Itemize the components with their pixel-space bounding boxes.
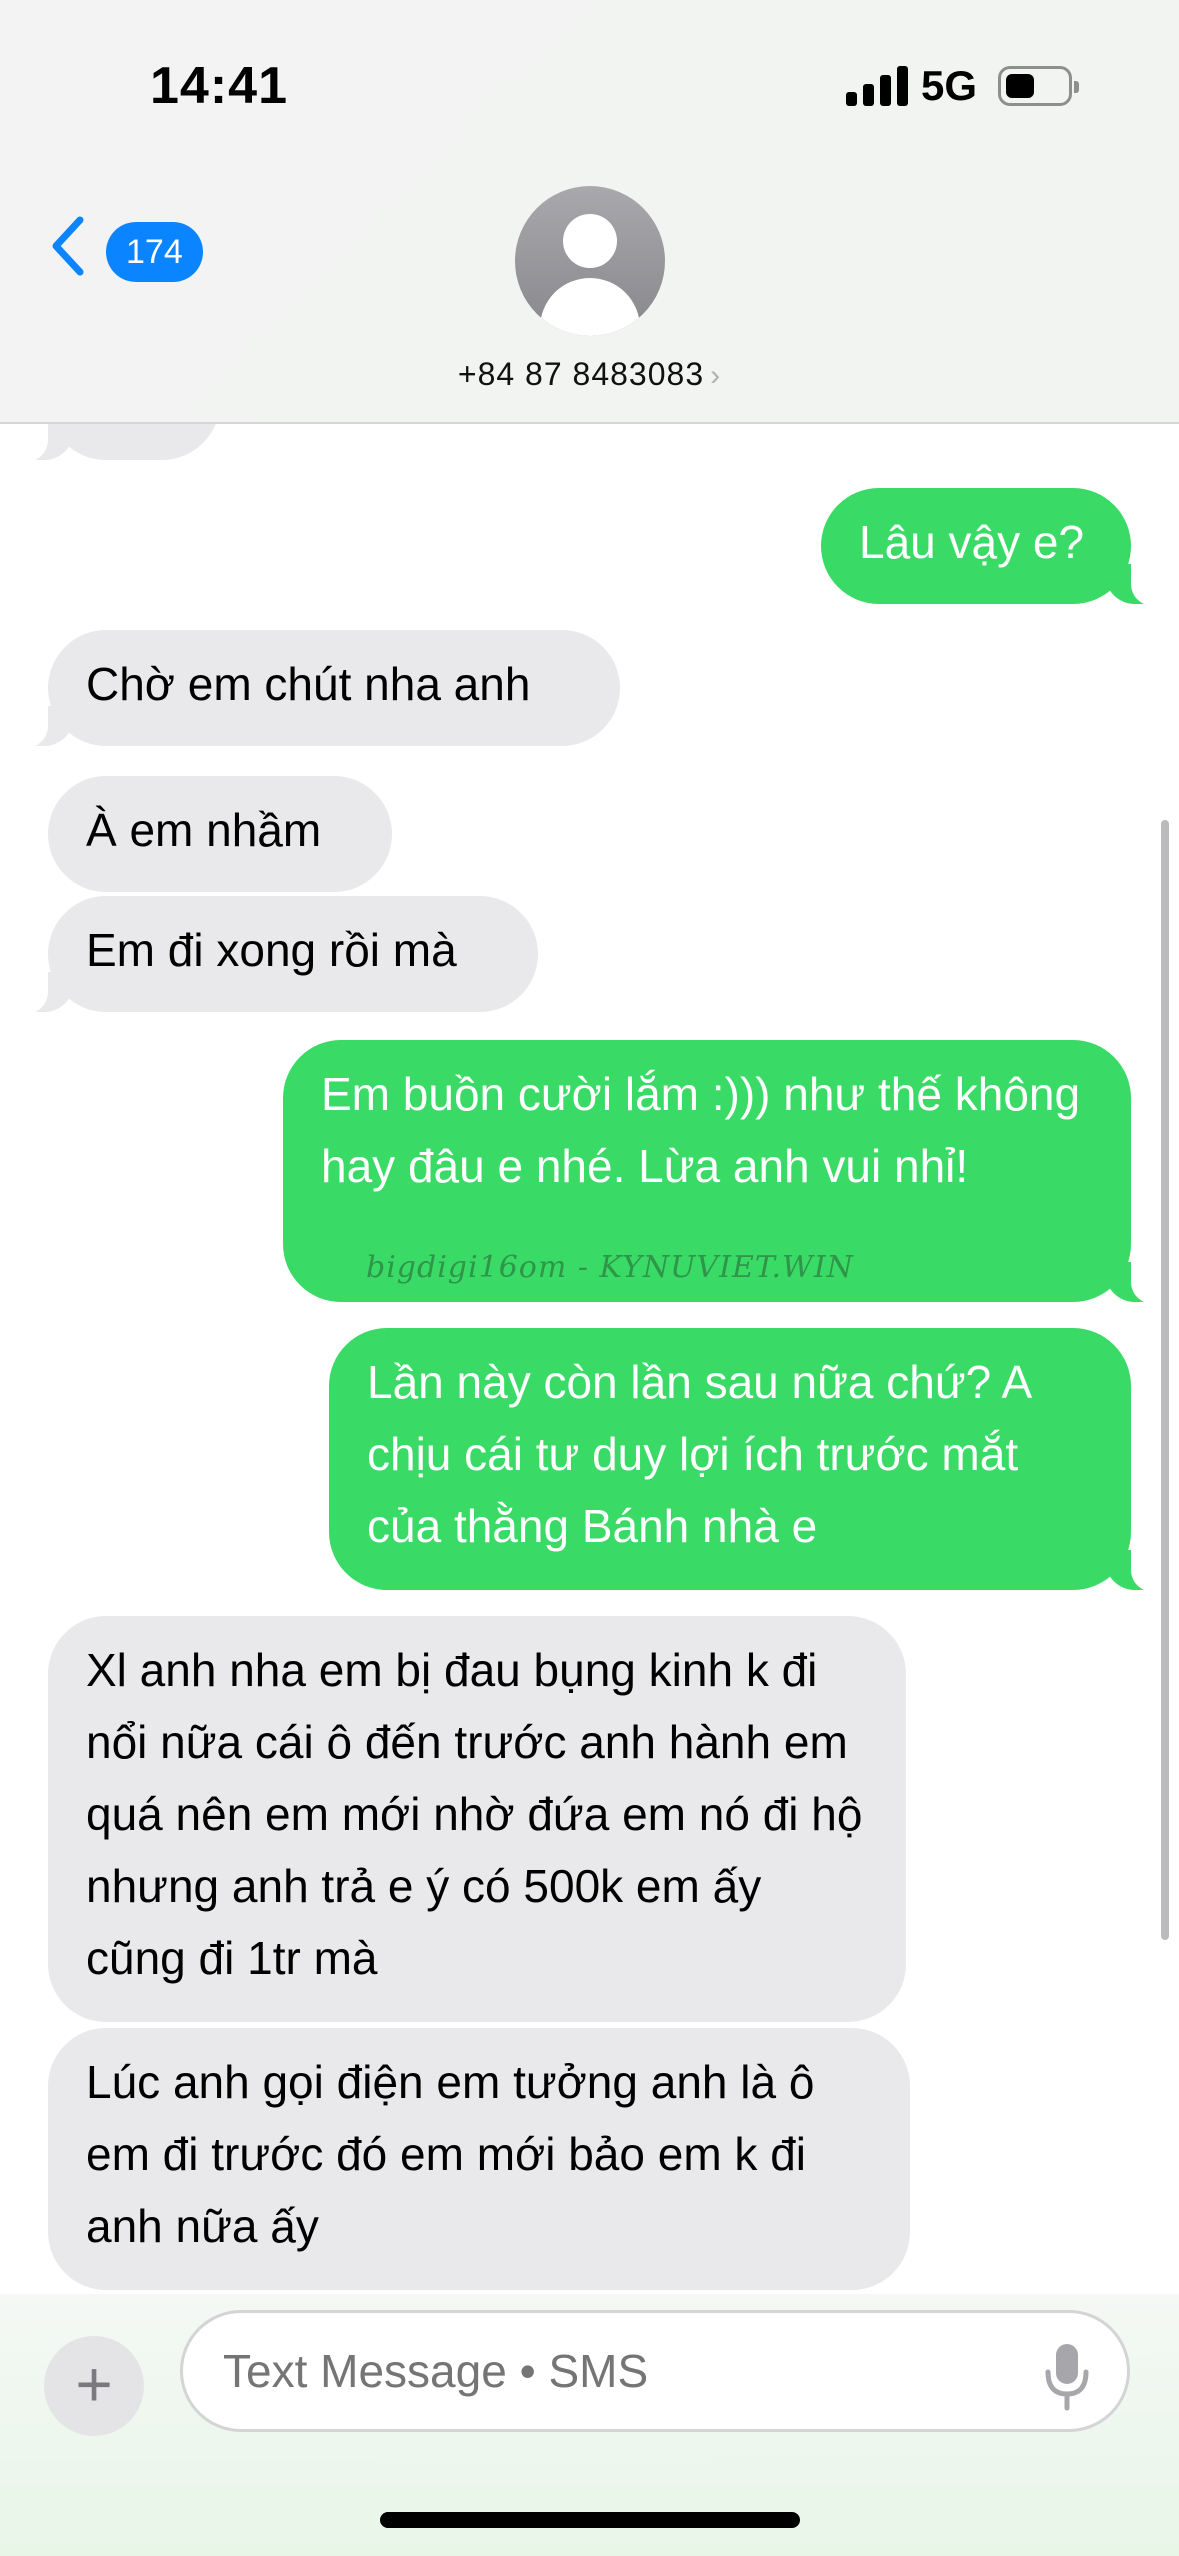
- cellular-signal-icon: [846, 64, 908, 106]
- message-bubble-outgoing[interactable]: Lần này còn lần sau nữa chứ? A chịu cái …: [329, 1328, 1159, 1592]
- chevron-right-icon: ›: [710, 359, 722, 392]
- watermark: bigdigi16om - KYNUVIET.WIN: [366, 1250, 854, 1285]
- contact-details-link[interactable]: +84 87 8483083 ›: [0, 356, 1179, 393]
- message-list[interactable]: Lâu vậy e? Chờ em chút nha anh À em nhầm…: [0, 424, 1179, 2294]
- unread-count-badge: 174: [106, 222, 203, 282]
- message-bubble-incoming[interactable]: Chờ em chút nha anh: [20, 630, 620, 748]
- network-type: 5G: [921, 62, 978, 109]
- chevron-left-icon: [52, 216, 84, 276]
- message-bubble-incoming[interactable]: [20, 424, 220, 462]
- battery-icon: [998, 66, 1079, 106]
- message-bubble-incoming[interactable]: Em đi xong rồi mà: [20, 896, 538, 1014]
- message-input[interactable]: [180, 2310, 1130, 2432]
- message-bubble-incoming[interactable]: Xl anh nha em bị đau bụng kinh k đi nổi …: [48, 1616, 906, 2022]
- message-bubble-incoming[interactable]: À em nhầm: [48, 776, 392, 892]
- microphone-icon[interactable]: [1042, 2342, 1092, 2412]
- contact-phone-number: +84 87 8483083: [457, 356, 705, 392]
- add-attachment-button[interactable]: +: [44, 2336, 144, 2436]
- contact-avatar[interactable]: [515, 186, 665, 336]
- home-indicator[interactable]: [380, 2512, 800, 2528]
- message-bubble-incoming[interactable]: Lúc anh gọi điện em tưởng anh là ô em đi…: [48, 2028, 910, 2290]
- header-divider: [0, 422, 1179, 424]
- conversation-header: 174 +84 87 8483083 ›: [0, 160, 1179, 424]
- status-time: 14:41: [150, 57, 288, 115]
- scrollbar[interactable]: [1161, 820, 1169, 1940]
- message-bubble-outgoing[interactable]: Lâu vậy e?: [821, 488, 1159, 606]
- back-button[interactable]: 174: [40, 200, 210, 290]
